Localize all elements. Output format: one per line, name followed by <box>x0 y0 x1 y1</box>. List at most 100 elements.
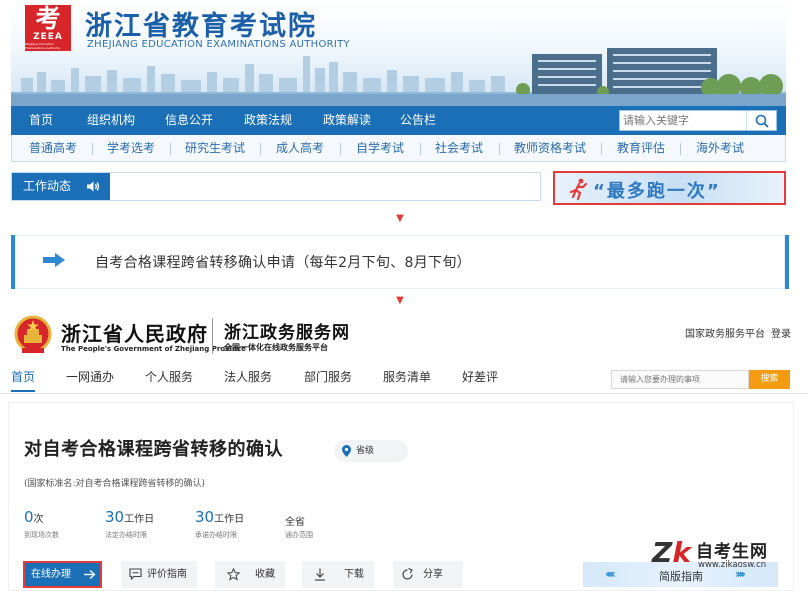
favorite-button[interactable]: 收藏 <box>215 561 285 588</box>
nav-item-policy-interpretation[interactable]: 政策解读 <box>323 106 371 135</box>
logo-glyph: 考 <box>35 4 61 33</box>
watermark-logo-z: Z <box>652 536 673 569</box>
national-standard-name: (国家标准名:对自考合格课程跨省转移的确认) <box>24 479 206 489</box>
nav-item-regulations[interactable]: 政策法规 <box>244 106 292 135</box>
city-skyline-illustration <box>11 48 786 106</box>
news-ticker-label-text: 工作动态 <box>23 179 72 193</box>
stat-promised-limit-label: 承诺办结时限 <box>195 531 237 539</box>
pao-slogan: “最多跑一次” <box>593 181 721 202</box>
subnav-self-study[interactable]: 自学考试 <box>356 135 404 161</box>
chevrons-left-icon: ‹‹‹‹ <box>605 567 616 581</box>
favorite-label: 收藏 <box>255 569 275 580</box>
stat-legal-limit-unit: 工作日 <box>124 514 155 525</box>
flow-arrow-icon: ▼ <box>396 295 404 306</box>
service-portal-subtitle: 全国一体化在线政务服务平台 <box>224 343 328 352</box>
gov-name[interactable]: 浙江省人民政府 <box>61 318 208 347</box>
subnav-divider <box>170 143 171 155</box>
location-pin-icon <box>342 445 351 457</box>
nav-item-disclosure[interactable]: 信息公开 <box>165 106 213 135</box>
evaluation-guide-button[interactable]: 评价指南 <box>121 561 197 588</box>
stat-visits-unit: 次 <box>33 514 44 525</box>
site-title: 浙江省教育考试院 <box>85 11 317 42</box>
subnav-divider <box>260 143 261 155</box>
nav-item-home[interactable]: 首页 <box>29 106 53 135</box>
stat-promised-limit-unit: 工作日 <box>214 514 245 525</box>
news-ticker: 工作动态 <box>11 172 541 201</box>
subnav-graduate[interactable]: 研究生考试 <box>185 135 245 161</box>
watermark-name: 自考生网 <box>696 542 768 562</box>
subnav-divider <box>680 143 681 155</box>
gov-nav-one-stop[interactable]: 一网通办 <box>66 362 114 392</box>
stat-scope-label: 通办范围 <box>285 531 313 539</box>
share-button[interactable]: 分享 <box>393 561 463 588</box>
download-button[interactable]: 下载 <box>302 561 374 588</box>
zeea-logo[interactable]: 考 ZEEA Zhejiang Education Examinations A… <box>25 5 71 51</box>
runner-icon <box>569 178 588 200</box>
stat-legal-limit-label: 法定办结时限 <box>105 531 147 539</box>
subnav-divider <box>340 143 341 155</box>
gov-nav-legal-person[interactable]: 法人服务 <box>224 362 272 392</box>
subnav-divider <box>92 143 93 155</box>
gov-nav-service-list[interactable]: 服务清单 <box>383 362 431 392</box>
national-emblem-icon <box>14 315 52 353</box>
gov-main-nav: 首页 一网通办 个人服务 法人服务 部门服务 服务清单 好差评 搜索 <box>0 362 808 394</box>
nav-item-bulletin[interactable]: 公告栏 <box>400 106 436 135</box>
nav-item-organization[interactable]: 组织机构 <box>87 106 135 135</box>
application-step-card[interactable]: 自考合格课程跨省转移确认申请（每年2月下旬、8月下旬） <box>11 235 789 289</box>
gov-search-button[interactable]: 搜索 <box>749 370 790 389</box>
stat-promised-limit: 30工作日 <box>195 507 244 526</box>
watermark-url: www.zikaosw.cn <box>698 560 767 570</box>
arrow-right-icon <box>43 253 65 267</box>
gov-nav-home[interactable]: 首页 <box>11 362 36 392</box>
search-icon <box>755 114 769 128</box>
stat-visits-value: 0 <box>24 508 34 526</box>
level-badge-text: 省级 <box>356 446 375 456</box>
stat-scope: 全省 <box>285 510 305 529</box>
exam-search-input[interactable] <box>623 112 745 129</box>
exam-search-button[interactable] <box>746 111 776 130</box>
header-divider <box>212 318 213 354</box>
service-portal-name[interactable]: 浙江政务服务网 <box>224 318 350 343</box>
gov-search-input[interactable] <box>611 370 749 389</box>
subnav-overseas[interactable]: 海外考试 <box>696 135 744 161</box>
gov-name-en: The People's Government of Zhejiang Prov… <box>61 345 246 353</box>
share-label: 分享 <box>423 569 443 580</box>
subnav-social[interactable]: 社会考试 <box>435 135 483 161</box>
exam-main-nav: 首页 组织机构 信息公开 政策法规 政策解读 公告栏 <box>11 106 786 135</box>
gov-nav-department[interactable]: 部门服务 <box>304 362 352 392</box>
news-ticker-label[interactable]: 工作动态 <box>12 173 110 200</box>
zuiduo-pao-yici-banner[interactable]: “最多跑一次” <box>553 171 786 205</box>
exam-search-box <box>619 110 777 131</box>
subnav-divider <box>420 143 421 155</box>
gov-nav-rating[interactable]: 好差评 <box>462 362 498 392</box>
stat-promised-limit-value: 30 <box>195 508 215 526</box>
subnav-xuekao[interactable]: 学考选考 <box>107 135 155 161</box>
stat-legal-limit: 30工作日 <box>105 507 154 526</box>
subnav-evaluation[interactable]: 教育评估 <box>617 135 665 161</box>
subnav-adult[interactable]: 成人高考 <box>276 135 324 161</box>
share-icon <box>402 568 413 580</box>
download-label: 下载 <box>344 569 364 580</box>
gov-search-box: 搜索 <box>611 370 790 389</box>
evaluation-guide-label: 评价指南 <box>147 569 187 580</box>
speaker-icon <box>87 181 100 192</box>
subnav-divider <box>601 143 602 155</box>
stat-visits-label: 到现场次数 <box>24 531 59 539</box>
gov-portal-header: 浙江省人民政府 The People's Government of Zheji… <box>0 312 808 362</box>
watermark-logo-k: k <box>672 536 691 569</box>
watermark-logo: Zk <box>652 536 691 569</box>
stat-visits: 0次 <box>24 507 44 526</box>
exam-sub-nav: 普通高考 学考选考 研究生考试 成人高考 自学考试 社会考试 教师资格考试 教育… <box>11 135 786 162</box>
star-icon <box>227 568 240 581</box>
login-link[interactable]: 登录 <box>771 325 791 340</box>
zikaosw-watermark: Zk 自考生网 www.zikaosw.cn <box>652 536 802 576</box>
subnav-teacher[interactable]: 教师资格考试 <box>514 135 586 161</box>
stat-scope-value: 全省 <box>285 517 305 528</box>
online-handle-button[interactable]: 在线办理 <box>23 561 102 588</box>
comment-icon <box>129 568 142 580</box>
subnav-gaokao[interactable]: 普通高考 <box>29 135 77 161</box>
national-platform-link[interactable]: 国家政务服务平台 <box>685 325 765 340</box>
gov-nav-personal[interactable]: 个人服务 <box>145 362 193 392</box>
subnav-divider <box>499 143 500 155</box>
arrow-right-icon <box>84 569 96 580</box>
